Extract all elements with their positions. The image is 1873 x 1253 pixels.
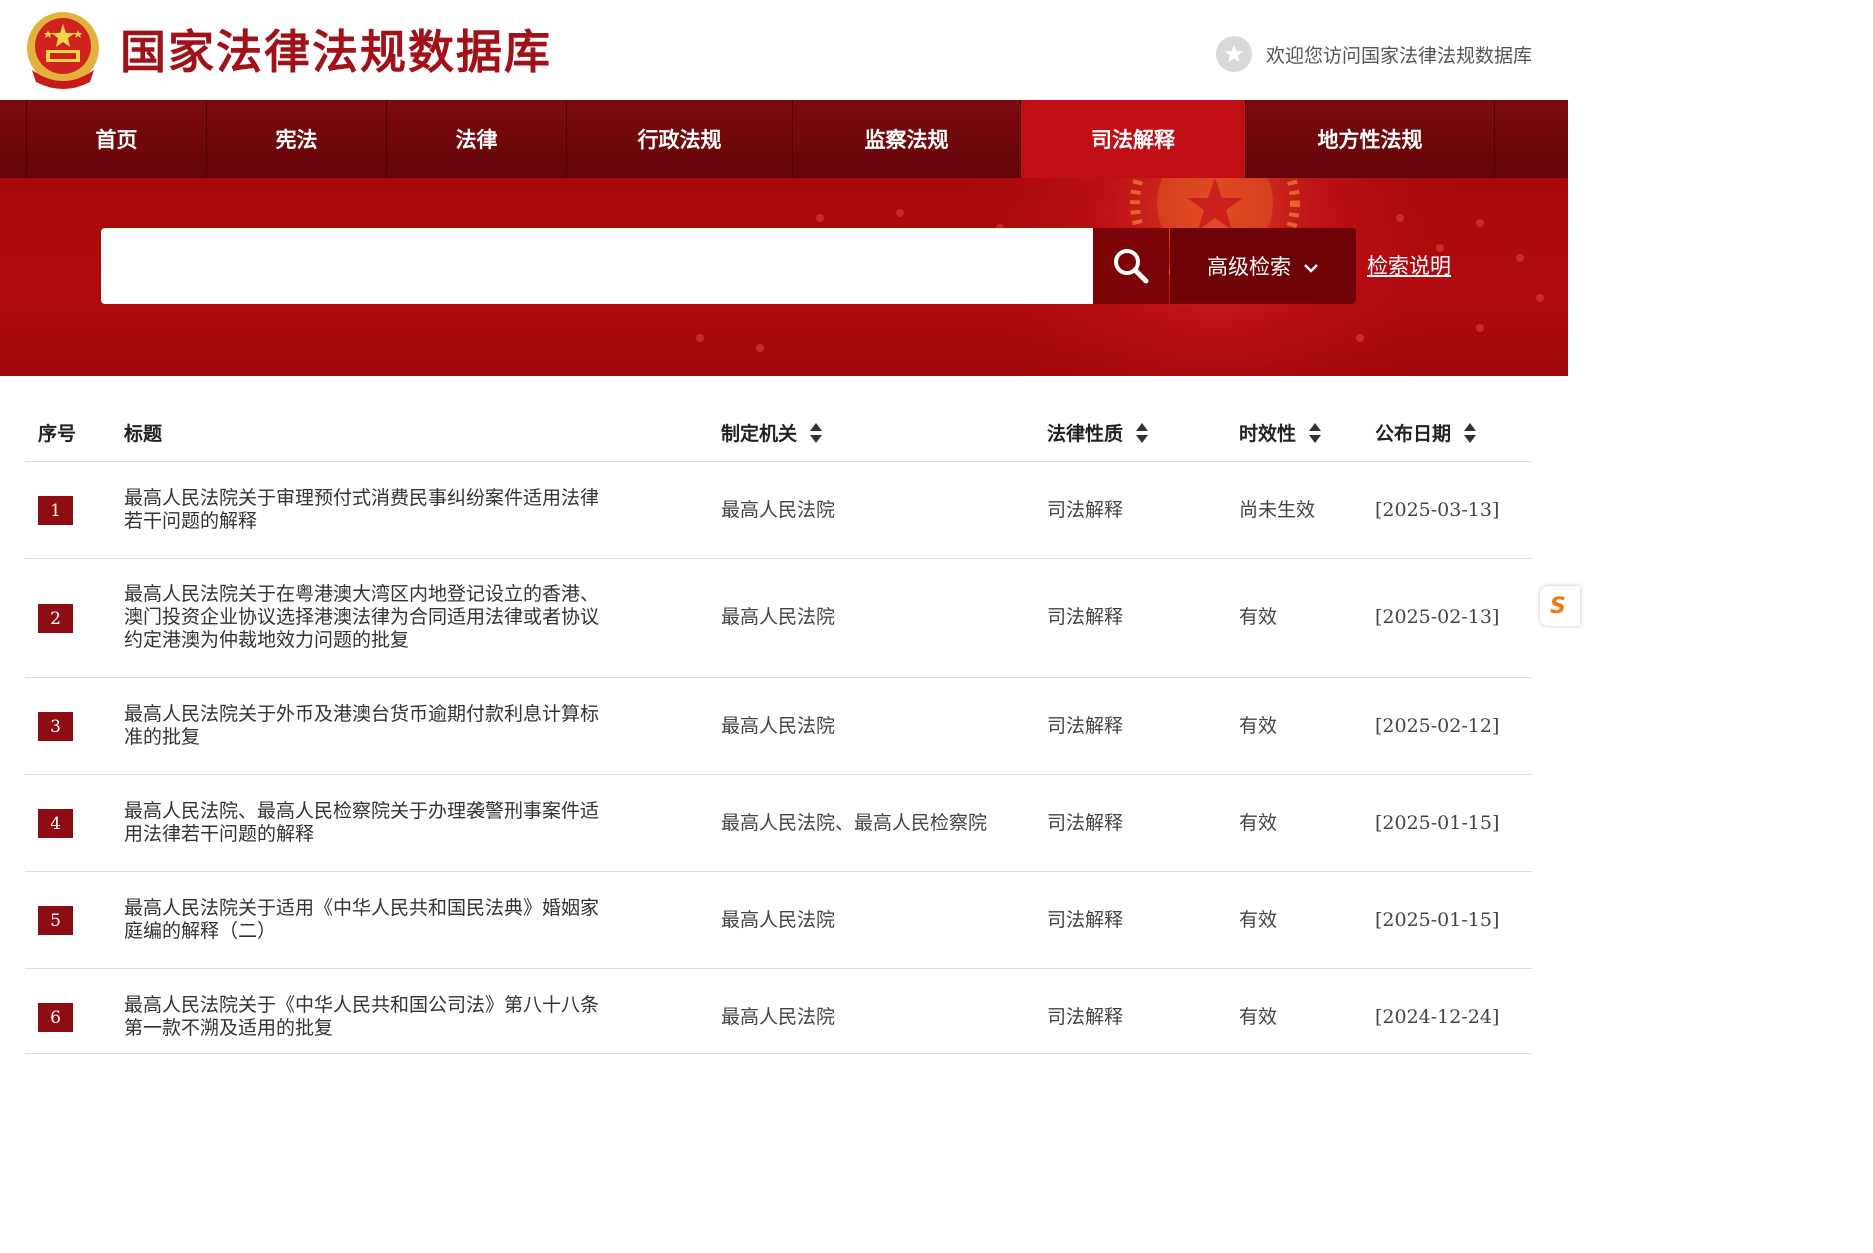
star-icon[interactable] bbox=[1215, 36, 1252, 72]
row-nature: 司法解释 bbox=[1047, 606, 1124, 628]
row-nature: 司法解释 bbox=[1047, 1006, 1124, 1028]
sort-icon[interactable] bbox=[1135, 422, 1149, 444]
nav-item-law[interactable]: 法律 bbox=[386, 100, 566, 178]
row-nature: 司法解释 bbox=[1047, 715, 1124, 737]
row-date: [2025-02-13] bbox=[1375, 606, 1500, 628]
advanced-search-label: 高级检索 bbox=[1207, 255, 1291, 279]
table-header: 序号 标题 制定机关 法律性质 时效性 公布日期 bbox=[25, 395, 1532, 462]
nav-item-supervisory-regulations[interactable]: 监察法规 bbox=[792, 100, 1020, 178]
row-date: [2025-02-12] bbox=[1375, 715, 1500, 737]
row-org: 最高人民法院 bbox=[721, 1006, 836, 1028]
row-index-badge: 1 bbox=[38, 496, 73, 525]
row-index-badge: 5 bbox=[38, 906, 73, 935]
header-nature[interactable]: 法律性质 bbox=[1047, 419, 1149, 446]
chevron-down-icon bbox=[1303, 254, 1319, 278]
row-title-link[interactable]: 最高人民法院关于在粤港澳大湾区内地登记设立的香港、 澳门投资企业协议选择港澳法律为… bbox=[124, 583, 634, 652]
row-date: [2024-12-24] bbox=[1375, 1006, 1500, 1028]
search-banner: 高级检索 检索说明 bbox=[0, 178, 1568, 376]
search-button[interactable] bbox=[1093, 228, 1169, 304]
nav-item-constitution[interactable]: 宪法 bbox=[206, 100, 386, 178]
site-title[interactable]: 国家法律法规数据库 bbox=[120, 24, 552, 80]
nav-item-local-regulations[interactable]: 地方性法规 bbox=[1245, 100, 1495, 178]
table-row[interactable]: 5 最高人民法院关于适用《中华人民共和国民法典》婚姻家 庭编的解释（二） 最高人民… bbox=[25, 872, 1532, 969]
nav-item-administrative-regulations[interactable]: 行政法规 bbox=[566, 100, 792, 178]
header-date[interactable]: 公布日期 bbox=[1375, 419, 1477, 446]
header-validity[interactable]: 时效性 bbox=[1239, 419, 1322, 446]
row-validity: 有效 bbox=[1239, 812, 1278, 834]
row-title-link[interactable]: 最高人民法院关于外币及港澳台货币逾期付款利息计算标 准的批复 bbox=[124, 703, 634, 749]
row-index-badge: 6 bbox=[38, 1003, 73, 1032]
row-date: [2025-01-15] bbox=[1375, 812, 1500, 834]
sort-icon[interactable] bbox=[1308, 422, 1322, 444]
header-index: 序号 bbox=[38, 423, 77, 445]
search-input[interactable] bbox=[101, 228, 1093, 304]
search-help-link[interactable]: 检索说明 bbox=[1367, 250, 1451, 280]
row-org: 最高人民法院 bbox=[721, 909, 836, 931]
sort-icon[interactable] bbox=[809, 422, 823, 444]
table-row[interactable]: 1 最高人民法院关于审理预付式消费民事纠纷案件适用法律 若干问题的解释 最高人民法… bbox=[25, 462, 1532, 559]
row-title-link[interactable]: 最高人民法院关于《中华人民共和国公司法》第八十八条 第一款不溯及适用的批复 bbox=[124, 994, 634, 1040]
row-nature: 司法解释 bbox=[1047, 499, 1124, 521]
national-emblem-icon[interactable] bbox=[24, 10, 102, 92]
row-org: 最高人民法院、最高人民检察院 bbox=[721, 812, 988, 834]
row-title-link[interactable]: 最高人民法院关于适用《中华人民共和国民法典》婚姻家 庭编的解释（二） bbox=[124, 897, 634, 943]
row-validity: 有效 bbox=[1239, 606, 1278, 628]
table-row[interactable]: 3 最高人民法院关于外币及港澳台货币逾期付款利息计算标 准的批复 最高人民法院 司… bbox=[25, 678, 1532, 775]
row-validity: 有效 bbox=[1239, 715, 1278, 737]
row-org: 最高人民法院 bbox=[721, 499, 836, 521]
row-title-link[interactable]: 最高人民法院关于审理预付式消费民事纠纷案件适用法律 若干问题的解释 bbox=[124, 487, 634, 533]
row-date: [2025-03-13] bbox=[1375, 499, 1500, 521]
row-index-badge: 4 bbox=[38, 809, 73, 838]
row-nature: 司法解释 bbox=[1047, 812, 1124, 834]
results-table: 序号 标题 制定机关 法律性质 时效性 公布日期 1 最高人民法院关于审理预付式… bbox=[25, 395, 1532, 1054]
row-date: [2025-01-15] bbox=[1375, 909, 1500, 931]
welcome-text: 欢迎您访问国家法律法规数据库 bbox=[1265, 44, 1532, 67]
table-row[interactable]: 6 最高人民法院关于《中华人民共和国公司法》第八十八条 第一款不溯及适用的批复 最… bbox=[25, 969, 1532, 1054]
row-validity: 有效 bbox=[1239, 1006, 1278, 1028]
site-header: 国家法律法规数据库 欢迎您访问国家法律法规数据库 bbox=[0, 0, 1568, 100]
row-org: 最高人民法院 bbox=[721, 715, 836, 737]
nav-item-home[interactable]: 首页 bbox=[26, 100, 206, 178]
row-index-badge: 3 bbox=[38, 712, 73, 741]
row-validity: 有效 bbox=[1239, 909, 1278, 931]
nav-item-judicial-interpretation[interactable]: 司法解释 bbox=[1020, 100, 1245, 178]
row-index-badge: 2 bbox=[38, 604, 73, 633]
row-validity: 尚未生效 bbox=[1239, 499, 1316, 521]
row-title-link[interactable]: 最高人民法院、最高人民检察院关于办理袭警刑事案件适 用法律若干问题的解释 bbox=[124, 800, 634, 846]
sort-icon[interactable] bbox=[1463, 422, 1477, 444]
side-widget-tab[interactable]: S bbox=[1540, 586, 1580, 626]
row-nature: 司法解释 bbox=[1047, 909, 1124, 931]
welcome-area: 欢迎您访问国家法律法规数据库 bbox=[1215, 36, 1532, 72]
advanced-search-button[interactable]: 高级检索 bbox=[1170, 228, 1356, 304]
header-org[interactable]: 制定机关 bbox=[721, 419, 823, 446]
row-org: 最高人民法院 bbox=[721, 606, 836, 628]
header-title: 标题 bbox=[124, 423, 163, 445]
search-icon bbox=[1114, 249, 1149, 284]
main-nav: 首页 宪法 法律 行政法规 监察法规 司法解释 地方性法规 bbox=[0, 100, 1568, 178]
table-row[interactable]: 2 最高人民法院关于在粤港澳大湾区内地登记设立的香港、 澳门投资企业协议选择港澳法… bbox=[25, 559, 1532, 678]
table-row[interactable]: 4 最高人民法院、最高人民检察院关于办理袭警刑事案件适 用法律若干问题的解释 最高… bbox=[25, 775, 1532, 872]
